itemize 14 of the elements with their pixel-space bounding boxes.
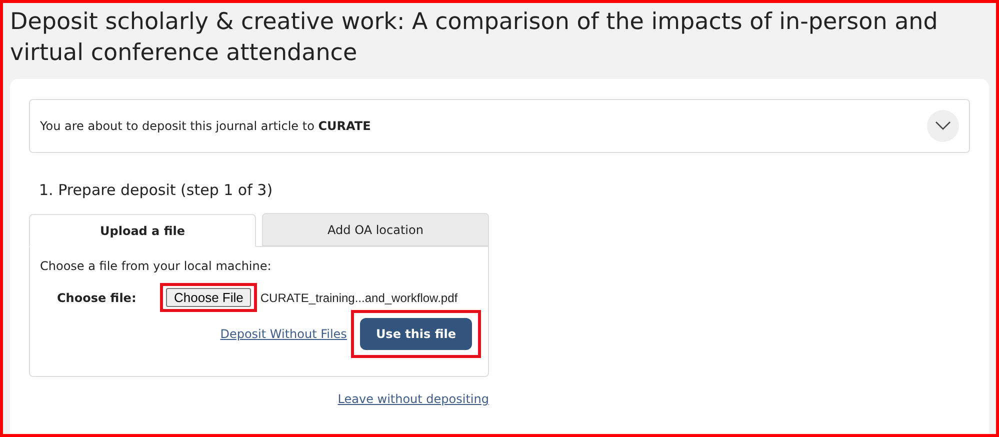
expand-button[interactable] — [927, 110, 959, 142]
step-heading: 1. Prepare deposit (step 1 of 3) — [39, 181, 274, 199]
tab[interactable]: Upload a file — [29, 214, 256, 247]
instruction-text: Choose a file from your local machine: — [40, 259, 272, 273]
deposit-without-files-link[interactable]: Deposit Without Files — [220, 327, 347, 341]
field-label: Choose file: — [56, 290, 138, 304]
file-name: CURATE_training...and_workflow.pdf — [260, 290, 458, 304]
notice-text: You are about to deposit this journal article to CURATE — [40, 119, 371, 133]
page-title: Deposit scholarly & creative work: A comparison of the impacts of in-person and virtual conference attendance — [10, 8, 939, 68]
use-file-button[interactable]: Use this file — [360, 318, 472, 350]
leave-link[interactable]: Leave without depositing — [338, 392, 489, 406]
tab[interactable]: Add OA location — [262, 213, 489, 246]
chevron-icon — [935, 121, 951, 131]
choose-file-button[interactable]: Choose File — [166, 288, 252, 307]
